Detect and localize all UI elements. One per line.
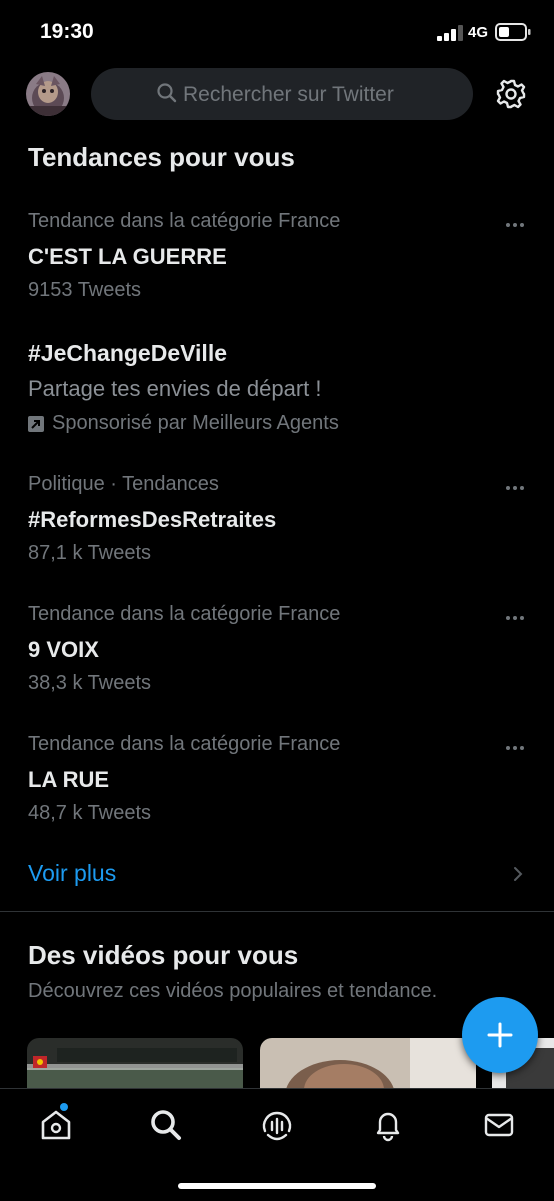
trend-count: 9153 Tweets <box>28 279 142 301</box>
more-options-icon[interactable] <box>505 222 525 228</box>
status-time: 19:30 <box>40 20 94 43</box>
trends-section-title: Tendances pour vous <box>28 142 295 172</box>
bottom-tab-bar <box>0 1088 554 1201</box>
show-more-label: Voir plus <box>28 860 117 886</box>
tab-spaces[interactable] <box>257 1105 297 1145</box>
trend-item[interactable]: Tendance dans la catégorie France LA RUE… <box>0 733 554 833</box>
video-thumbnail[interactable] <box>27 1038 243 1090</box>
more-options-icon[interactable] <box>505 615 525 621</box>
spaces-icon <box>262 1111 292 1141</box>
cellular-signal-icon <box>437 25 463 41</box>
trend-context: Tendance dans la catégorie France <box>28 210 341 232</box>
show-more-link[interactable]: Voir plus <box>0 855 554 895</box>
home-indicator <box>178 1183 376 1189</box>
home-icon <box>41 1110 71 1140</box>
trend-count: 48,7 k Tweets <box>28 802 152 824</box>
trend-count: 38,3 k Tweets <box>28 672 152 694</box>
promoted-trend-name: #JeChangeDeVille <box>28 340 228 366</box>
plus-icon <box>487 1022 513 1048</box>
videos-section-title: Des vidéos pour vous <box>28 940 299 970</box>
videos-section-subtitle: Découvrez ces vidéos populaires et tenda… <box>28 980 438 1002</box>
search-input[interactable]: Rechercher sur Twitter <box>91 68 473 120</box>
trend-item[interactable]: Tendance dans la catégorie France C'EST … <box>0 210 554 310</box>
explore-header: Rechercher sur Twitter <box>0 64 554 124</box>
notifications-icon <box>376 1112 400 1142</box>
promoted-trend[interactable]: #JeChangeDeVille Partage tes envies de d… <box>0 340 554 440</box>
promoted-trend-description: Partage tes envies de départ ! <box>28 376 322 401</box>
section-divider <box>0 911 554 912</box>
status-bar: 19:30 4G <box>0 0 554 64</box>
tab-messages[interactable] <box>479 1105 519 1145</box>
search-icon <box>157 83 177 103</box>
battery-icon <box>495 23 531 41</box>
trend-context: Politique · Tendances <box>28 473 219 495</box>
notification-dot <box>60 1103 68 1111</box>
trend-count: 87,1 k Tweets <box>28 542 152 564</box>
more-options-icon[interactable] <box>505 745 525 751</box>
trend-context: Tendance dans la catégorie France <box>28 733 341 755</box>
promoted-icon <box>28 415 44 432</box>
trend-name: C'EST LA GUERRE <box>28 244 227 269</box>
trend-name: LA RUE <box>28 767 110 792</box>
promoted-sponsor-label: Sponsorisé par Meilleurs Agents <box>52 412 339 434</box>
promoted-sponsor: Sponsorisé par Meilleurs Agents <box>28 412 339 435</box>
compose-tweet-button[interactable] <box>462 997 538 1073</box>
tab-notifications[interactable] <box>368 1105 408 1145</box>
search-placeholder: Rechercher sur Twitter <box>183 83 394 106</box>
video-thumbnail[interactable] <box>260 1038 476 1090</box>
search-icon <box>151 1110 181 1140</box>
trend-item[interactable]: Tendance dans la catégorie France 9 VOIX… <box>0 603 554 703</box>
messages-icon <box>484 1113 514 1137</box>
trend-item[interactable]: Politique · Tendances #ReformesDesRetrai… <box>0 473 554 573</box>
trend-name: 9 VOIX <box>28 637 99 662</box>
network-type: 4G <box>468 24 489 41</box>
avatar[interactable] <box>26 72 70 116</box>
trend-context: Tendance dans la catégorie France <box>28 603 341 625</box>
gear-icon[interactable] <box>494 77 528 111</box>
trend-name: #ReformesDesRetraites <box>28 507 277 532</box>
tab-home[interactable] <box>36 1103 76 1145</box>
tab-search[interactable] <box>146 1105 186 1145</box>
more-options-icon[interactable] <box>505 485 525 491</box>
chevron-right-icon <box>514 867 523 881</box>
